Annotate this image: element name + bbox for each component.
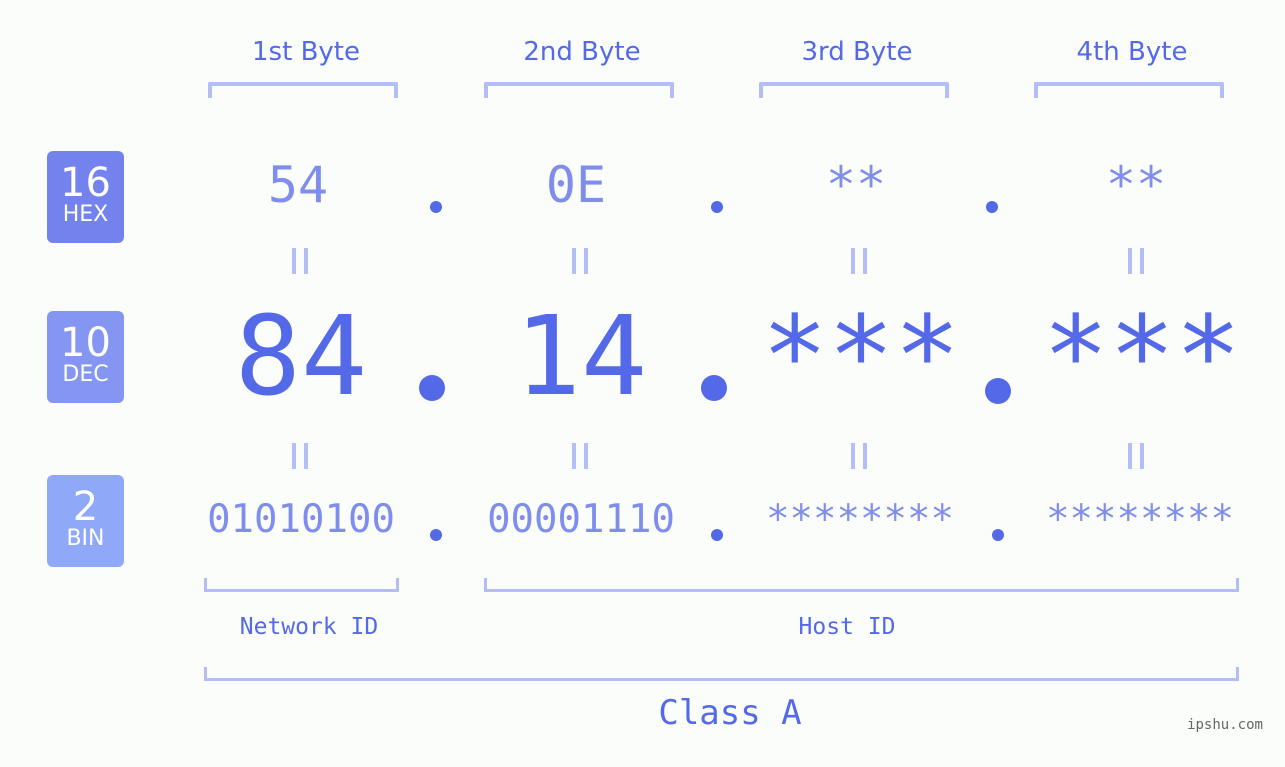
equals-icon bbox=[572, 443, 588, 469]
network-id-label: Network ID bbox=[239, 614, 379, 640]
hex-byte-1: 54 bbox=[267, 156, 329, 214]
watermark: ipshu.com bbox=[1187, 717, 1263, 733]
equals-icon bbox=[292, 443, 308, 469]
bin-separator-dot bbox=[992, 529, 1004, 541]
bin-byte-1: 01010100 bbox=[207, 497, 395, 542]
hex-separator-dot bbox=[986, 201, 998, 213]
network-id-bracket bbox=[204, 578, 399, 592]
bin-separator-dot bbox=[711, 529, 723, 541]
bin-byte-2: 00001110 bbox=[487, 497, 675, 542]
bin-badge: 2 BIN bbox=[47, 475, 124, 567]
byte-header-3: 3rd Byte bbox=[801, 37, 913, 67]
dec-separator-dot bbox=[701, 375, 727, 401]
hex-badge: 16 HEX bbox=[47, 151, 124, 243]
hex-byte-3: ** bbox=[825, 156, 887, 214]
byte-bracket-2 bbox=[484, 82, 674, 98]
hex-separator-dot bbox=[430, 201, 442, 213]
dec-byte-3: *** bbox=[761, 292, 961, 420]
equals-icon bbox=[851, 248, 867, 274]
dec-byte-4: *** bbox=[1042, 292, 1242, 420]
byte-header-2: 2nd Byte bbox=[523, 37, 641, 67]
byte-header-4: 4th Byte bbox=[1076, 37, 1188, 67]
byte-bracket-3 bbox=[759, 82, 949, 98]
dec-byte-2: 14 bbox=[514, 292, 648, 420]
host-id-bracket bbox=[484, 578, 1239, 592]
ip-class-label: Class A bbox=[658, 693, 802, 733]
bin-base-number: 2 bbox=[72, 484, 99, 530]
byte-header-1: 1st Byte bbox=[252, 37, 360, 67]
dec-byte-1: 84 bbox=[234, 292, 368, 420]
dec-base-label: DEC bbox=[62, 362, 109, 387]
bin-base-label: BIN bbox=[66, 526, 105, 551]
hex-base-label: HEX bbox=[62, 202, 109, 227]
hex-separator-dot bbox=[711, 201, 723, 213]
bin-byte-3: ******** bbox=[766, 497, 954, 542]
equals-icon bbox=[572, 248, 588, 274]
dec-base-number: 10 bbox=[60, 320, 111, 366]
dec-badge: 10 DEC bbox=[47, 311, 124, 403]
hex-byte-2: 0E bbox=[545, 156, 607, 214]
class-bracket bbox=[204, 667, 1239, 681]
equals-icon bbox=[292, 248, 308, 274]
bin-separator-dot bbox=[430, 529, 442, 541]
bin-byte-4: ******** bbox=[1046, 497, 1234, 542]
equals-icon bbox=[1128, 248, 1144, 274]
byte-bracket-4 bbox=[1034, 82, 1224, 98]
hex-base-number: 16 bbox=[60, 160, 111, 206]
byte-bracket-1 bbox=[208, 82, 398, 98]
hex-byte-4: ** bbox=[1105, 156, 1167, 214]
host-id-label: Host ID bbox=[798, 614, 896, 640]
dec-separator-dot bbox=[985, 378, 1011, 404]
dec-separator-dot bbox=[419, 375, 445, 401]
equals-icon bbox=[851, 443, 867, 469]
equals-icon bbox=[1128, 443, 1144, 469]
